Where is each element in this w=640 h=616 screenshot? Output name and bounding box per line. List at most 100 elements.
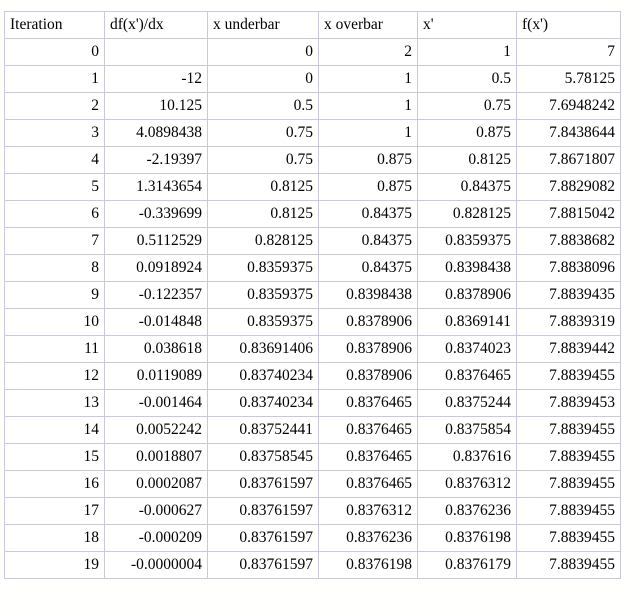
table-row: 16 0.0002087 0.83761597 0.8376465 0.8376312 7… bbox=[4, 470, 621, 498]
table-cell: 17 bbox=[4, 497, 105, 525]
table-cell: 7.8829082 bbox=[516, 173, 621, 201]
table-cell: -0.339699 bbox=[104, 200, 208, 228]
table-cell: -0.122357 bbox=[104, 281, 208, 309]
column-header: x underbar bbox=[207, 11, 319, 39]
table-cell: 5.78125 bbox=[516, 65, 621, 93]
table-cell: 0.75 bbox=[207, 146, 319, 174]
table-cell: 4.0898438 bbox=[104, 119, 208, 147]
table-cell: 0.84375 bbox=[417, 173, 517, 201]
table-cell: -0.001464 bbox=[104, 389, 208, 417]
table-cell: 0.8378906 bbox=[318, 308, 418, 336]
table-row: 11 0.038618 0.83691406 0.8378906 0.8374023 7.… bbox=[4, 335, 621, 363]
table-cell: 0.875 bbox=[417, 119, 517, 147]
table-cell: 18 bbox=[4, 524, 105, 552]
table-cell: 0.8125 bbox=[417, 146, 517, 174]
table-cell: 0.038618 bbox=[104, 335, 208, 363]
column-header: x overbar bbox=[318, 11, 418, 39]
bisection-iteration-table: Iteration df(x')/dx x underbar x overbar x' f… bbox=[4, 11, 621, 579]
column-header: f(x') bbox=[516, 11, 621, 39]
table-cell: 3 bbox=[4, 119, 105, 147]
table-cell: 0.0002087 bbox=[104, 470, 208, 498]
table-cell: 0.84375 bbox=[318, 227, 418, 255]
table-cell: 0.84375 bbox=[318, 254, 418, 282]
table-row: 10 -0.014848 0.8359375 0.8378906 0.8369141 7.… bbox=[4, 308, 621, 336]
table-cell: 8 bbox=[4, 254, 105, 282]
table-cell: 1.3143654 bbox=[104, 173, 208, 201]
table-row: 7 0.5112529 0.828125 0.84375 0.8359375 7.8838… bbox=[4, 227, 621, 255]
table-cell: 0.8359375 bbox=[207, 281, 319, 309]
table-cell: 7.8815042 bbox=[516, 200, 621, 228]
table-row: 15 0.0018807 0.83758545 0.8376465 0.837616 7.… bbox=[4, 443, 621, 471]
table-cell: 0.83740234 bbox=[207, 389, 319, 417]
table-cell: 0.83691406 bbox=[207, 335, 319, 363]
table-cell: 0 bbox=[207, 65, 319, 93]
table-cell: 0.5 bbox=[417, 65, 517, 93]
table-cell: 7.8671807 bbox=[516, 146, 621, 174]
table-row: 3 4.0898438 0.75 1 0.875 7.8438644 bbox=[4, 119, 621, 147]
table-cell: 1 bbox=[318, 65, 418, 93]
table-cell: 9 bbox=[4, 281, 105, 309]
table-cell: 0.8369141 bbox=[417, 308, 517, 336]
table-cell: 0.83752441 bbox=[207, 416, 319, 444]
table-cell: 0.8359375 bbox=[207, 254, 319, 282]
table-cell: 0.8376465 bbox=[318, 416, 418, 444]
table-cell: 0.875 bbox=[318, 173, 418, 201]
table-cell: 0.0918924 bbox=[104, 254, 208, 282]
table-cell bbox=[104, 38, 208, 66]
table-row: 1 -12 0 1 0.5 5.78125 bbox=[4, 65, 621, 93]
table-cell: 5 bbox=[4, 173, 105, 201]
table-body: 0 0 2 1 7 1 -12 0 1 0.5 5.78125 2 10.125 0.5 1 0.75 7.69… bbox=[4, 38, 621, 579]
table-row: 5 1.3143654 0.8125 0.875 0.84375 7.8829082 bbox=[4, 173, 621, 201]
table-cell: 0.0052242 bbox=[104, 416, 208, 444]
table-cell: 0.8359375 bbox=[207, 308, 319, 336]
table-cell: 7.8839455 bbox=[516, 551, 621, 579]
table-cell: -0.0000004 bbox=[104, 551, 208, 579]
table-cell: 1 bbox=[417, 38, 517, 66]
table-cell: 7.8839455 bbox=[516, 362, 621, 390]
column-header: x' bbox=[417, 11, 517, 39]
table-cell: 0.8376312 bbox=[318, 497, 418, 525]
table-cell: -12 bbox=[104, 65, 208, 93]
table-row: 2 10.125 0.5 1 0.75 7.6948242 bbox=[4, 92, 621, 120]
table-cell: 0.875 bbox=[318, 146, 418, 174]
table-header: Iteration df(x')/dx x underbar x overbar x' f… bbox=[4, 11, 621, 39]
table-cell: -0.000627 bbox=[104, 497, 208, 525]
table-row: 8 0.0918924 0.8359375 0.84375 0.8398438 7.883… bbox=[4, 254, 621, 282]
table-cell: 0.5 bbox=[207, 92, 319, 120]
table-cell: 0.75 bbox=[207, 119, 319, 147]
table-cell: 0.83761597 bbox=[207, 551, 319, 579]
table-cell: 4 bbox=[4, 146, 105, 174]
table-cell: 10 bbox=[4, 308, 105, 336]
table-cell: 2 bbox=[318, 38, 418, 66]
table-row: 18 -0.000209 0.83761597 0.8376236 0.8376198 7… bbox=[4, 524, 621, 552]
table-row: 9 -0.122357 0.8359375 0.8398438 0.8378906 7.8… bbox=[4, 281, 621, 309]
table-cell: 0.0018807 bbox=[104, 443, 208, 471]
table-cell: 0.8125 bbox=[207, 173, 319, 201]
table-cell: 7.8438644 bbox=[516, 119, 621, 147]
table-cell: 0.8375244 bbox=[417, 389, 517, 417]
table-cell: 0.8378906 bbox=[318, 362, 418, 390]
table-cell: 0.75 bbox=[417, 92, 517, 120]
table-cell: 0.8376236 bbox=[417, 497, 517, 525]
table-row: 6 -0.339699 0.8125 0.84375 0.828125 7.8815042 bbox=[4, 200, 621, 228]
table-cell: 0.8378906 bbox=[318, 335, 418, 363]
table-cell: 0.83740234 bbox=[207, 362, 319, 390]
table-cell: 0.83761597 bbox=[207, 470, 319, 498]
table-cell: 0.84375 bbox=[318, 200, 418, 228]
table-cell: 12 bbox=[4, 362, 105, 390]
table-cell: 0.8359375 bbox=[417, 227, 517, 255]
table-cell: 0.8376198 bbox=[318, 551, 418, 579]
table-header-row: Iteration df(x')/dx x underbar x overbar x' f… bbox=[4, 11, 621, 39]
table-row: 4 -2.19397 0.75 0.875 0.8125 7.8671807 bbox=[4, 146, 621, 174]
table-cell: 7.8839455 bbox=[516, 443, 621, 471]
table-cell: 0.8398438 bbox=[417, 254, 517, 282]
table-cell: 0.5112529 bbox=[104, 227, 208, 255]
table-cell: 0.8378906 bbox=[417, 281, 517, 309]
table-cell: 7.6948242 bbox=[516, 92, 621, 120]
iteration-table-container: Iteration df(x')/dx x underbar x overbar x' f… bbox=[4, 11, 621, 579]
column-header: Iteration bbox=[4, 11, 105, 39]
table-row: 17 -0.000627 0.83761597 0.8376312 0.8376236 7… bbox=[4, 497, 621, 525]
table-cell: 7.8839455 bbox=[516, 470, 621, 498]
table-row: 13 -0.001464 0.83740234 0.8376465 0.8375244 7… bbox=[4, 389, 621, 417]
table-cell: 0.8376465 bbox=[318, 470, 418, 498]
